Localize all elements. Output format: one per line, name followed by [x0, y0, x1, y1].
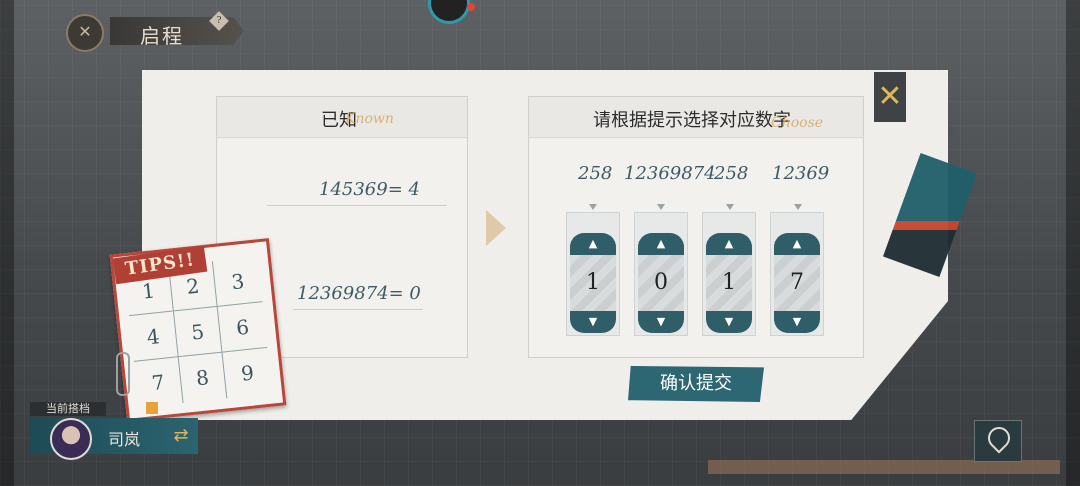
hint-4: 12369 [772, 163, 830, 184]
help-icon[interactable]: ? [209, 11, 229, 31]
close-button[interactable]: ✕ [874, 72, 906, 122]
caret-down-icon [794, 204, 802, 210]
keypad-cell: 6 [218, 302, 268, 353]
digit-down-button[interactable]: ▼ [774, 311, 820, 333]
digit-selector-1: ▲ 1 ▼ [566, 212, 620, 336]
map-pin-icon[interactable] [974, 420, 1022, 462]
caret-down-icon [589, 204, 597, 210]
paperclip-icon [116, 352, 130, 396]
digit-down-button[interactable]: ▼ [638, 311, 684, 333]
known-script-word: Known [345, 111, 394, 127]
keypad-cell: 4 [129, 311, 179, 362]
decorative-square [146, 402, 158, 414]
digit-value: 0 [638, 255, 684, 311]
choose-script-word: Choose [771, 115, 824, 131]
hint-1: 258 [578, 163, 613, 184]
keypad-cell: 7 [133, 357, 184, 408]
keypad-cell: 3 [213, 256, 263, 307]
digit-selector-2: ▲ 0 ▼ [634, 212, 688, 336]
choose-panel-header: 请根据提示选择对应数字 Choose [529, 97, 863, 138]
digit-value: 1 [706, 255, 752, 311]
digit-selector-4: ▲ 7 ▼ [770, 212, 824, 336]
page-title: 启程 [140, 24, 184, 48]
confirm-submit-button[interactable]: 确认提交 [628, 366, 764, 402]
digit-value: 7 [774, 255, 820, 311]
avatar[interactable] [50, 418, 92, 460]
keypad-cell: 8 [178, 352, 228, 403]
digit-selector-3: ▲ 1 ▼ [702, 212, 756, 336]
digit-up-button[interactable]: ▲ [706, 233, 752, 255]
divider [293, 309, 423, 310]
notification-dot [467, 3, 475, 11]
companion-label: 当前搭档 [30, 402, 106, 416]
digit-value: 1 [570, 255, 616, 311]
swap-icon[interactable]: ⇄ [168, 424, 194, 448]
decorative-strip [708, 460, 1060, 474]
digit-up-button[interactable]: ▲ [774, 233, 820, 255]
known-panel-header: 已知 Known [217, 97, 467, 138]
digit-up-button[interactable]: ▲ [570, 233, 616, 255]
caret-down-icon [726, 204, 734, 210]
hint-3: 258 [714, 163, 749, 184]
known-equation-2: 12369874= 0 [297, 283, 421, 304]
keypad-cell: 5 [173, 306, 223, 358]
divider [267, 205, 447, 206]
hint-2: 12369874 [624, 163, 716, 184]
known-equation-1: 145369= 4 [319, 179, 420, 200]
companion-name: 司岚 [108, 430, 141, 449]
digit-up-button[interactable]: ▲ [638, 233, 684, 255]
keypad-cell: 9 [239, 360, 256, 386]
digit-down-button[interactable]: ▼ [706, 311, 752, 333]
digit-down-button[interactable]: ▼ [570, 311, 616, 333]
title-emblem-icon[interactable]: ✕ [66, 14, 104, 52]
caret-down-icon [657, 204, 665, 210]
arrow-right-icon [486, 210, 506, 246]
choose-panel-title: 请根据提示选择对应数字 [593, 110, 791, 131]
